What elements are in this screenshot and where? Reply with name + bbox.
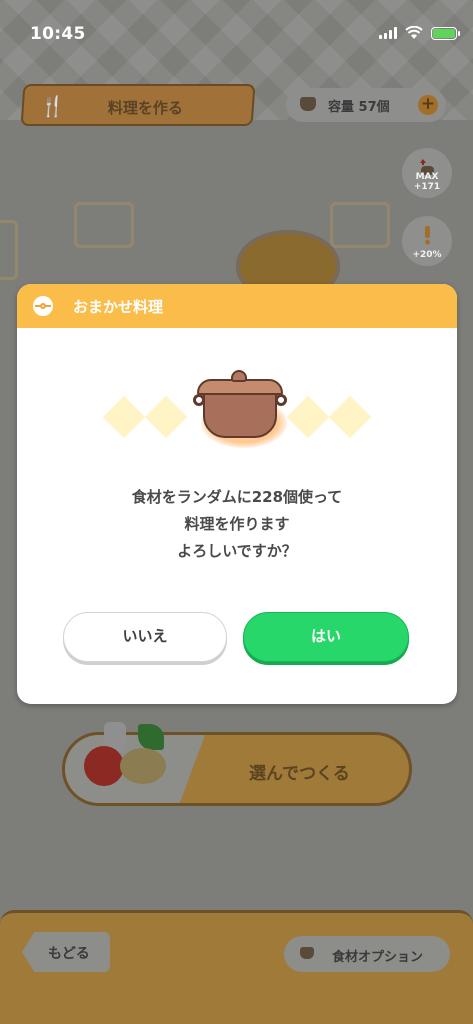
exclamation-icon <box>425 226 430 245</box>
recipe-frame <box>0 220 18 280</box>
dialog-title: おまかせ料理 <box>73 298 164 316</box>
diamond-decoration <box>102 395 146 439</box>
cellular-signal-icon <box>379 27 397 39</box>
dialog-message-line-2: 料理を作ります <box>184 515 290 533</box>
back-button-label: もどる <box>48 946 90 962</box>
percent-bonus-text: +20% <box>412 250 442 260</box>
add-capacity-button[interactable]: + <box>418 95 438 115</box>
ingredient-option-label: 食材オプション <box>332 950 424 965</box>
diamond-decoration <box>328 395 372 439</box>
back-button[interactable]: もどる <box>22 932 110 972</box>
pot-icon <box>300 97 316 111</box>
pot-icon <box>300 947 314 959</box>
capacity-label: 容量 57個 <box>328 100 390 115</box>
fork-knife-icon: 🍴 <box>39 94 66 118</box>
yes-button[interactable]: はい <box>243 612 409 662</box>
dialog-header: おまかせ料理 <box>17 284 457 328</box>
apple-icon <box>84 746 124 786</box>
pokeball-icon <box>33 296 53 316</box>
dialog-message-line-1: 食材をランダムに228個使って <box>131 488 343 506</box>
max-bonus-text: MAX +171 <box>413 172 441 192</box>
choose-and-cook-label: 選んでつくる <box>249 764 350 784</box>
percent-bonus-badge[interactable]: +20% <box>402 216 452 266</box>
status-bar: 10:45 <box>0 0 473 60</box>
dialog-message-line-3: よろしいですか？ <box>177 542 297 560</box>
battery-charging-icon <box>431 26 460 40</box>
wifi-icon <box>405 26 423 39</box>
tab-cook[interactable]: 🍴 料理を作る <box>20 84 256 126</box>
recipe-frame <box>74 202 134 248</box>
diamond-decoration <box>286 395 330 439</box>
capacity-indicator: 容量 57個 + <box>286 88 446 122</box>
status-time: 10:45 <box>30 24 86 44</box>
ingredient-option-button[interactable]: 食材オプション <box>284 936 450 972</box>
auto-cook-dialog: おまかせ料理 食材をランダムに228個使って 料理を作ります よろしいですか？ … <box>17 284 457 704</box>
max-bonus-badge[interactable]: MAX +171 <box>402 148 452 198</box>
diamond-decoration <box>144 395 188 439</box>
no-button[interactable]: いいえ <box>63 612 227 662</box>
status-icons <box>379 26 460 40</box>
cook-tab-label: 料理を作る <box>107 99 183 117</box>
recipe-frame <box>330 202 390 248</box>
potato-icon <box>120 748 166 784</box>
leaf-icon <box>138 724 164 750</box>
